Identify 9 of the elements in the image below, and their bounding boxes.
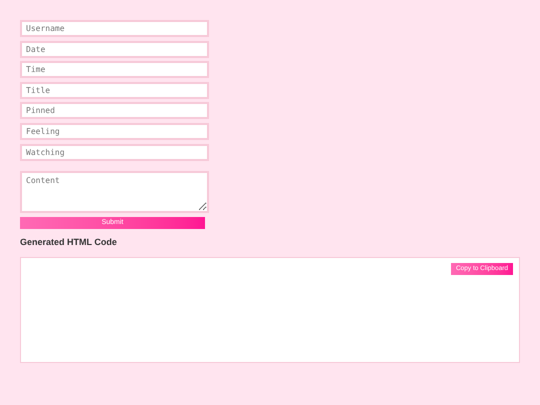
input-field[interactable]: Time — [20, 61, 209, 78]
input-field[interactable]: Title — [20, 82, 209, 99]
input-field[interactable]: Date — [20, 40, 209, 58]
content-field[interactable]: Content — [20, 170, 209, 213]
input-field[interactable]: Watching — [20, 144, 209, 161]
section-heading: Generated HTML Code — [20, 236, 118, 249]
input-field[interactable]: Pinned — [20, 102, 209, 120]
input-field[interactable]: Username — [20, 20, 209, 37]
input-field[interactable]: Feeling — [20, 122, 209, 140]
